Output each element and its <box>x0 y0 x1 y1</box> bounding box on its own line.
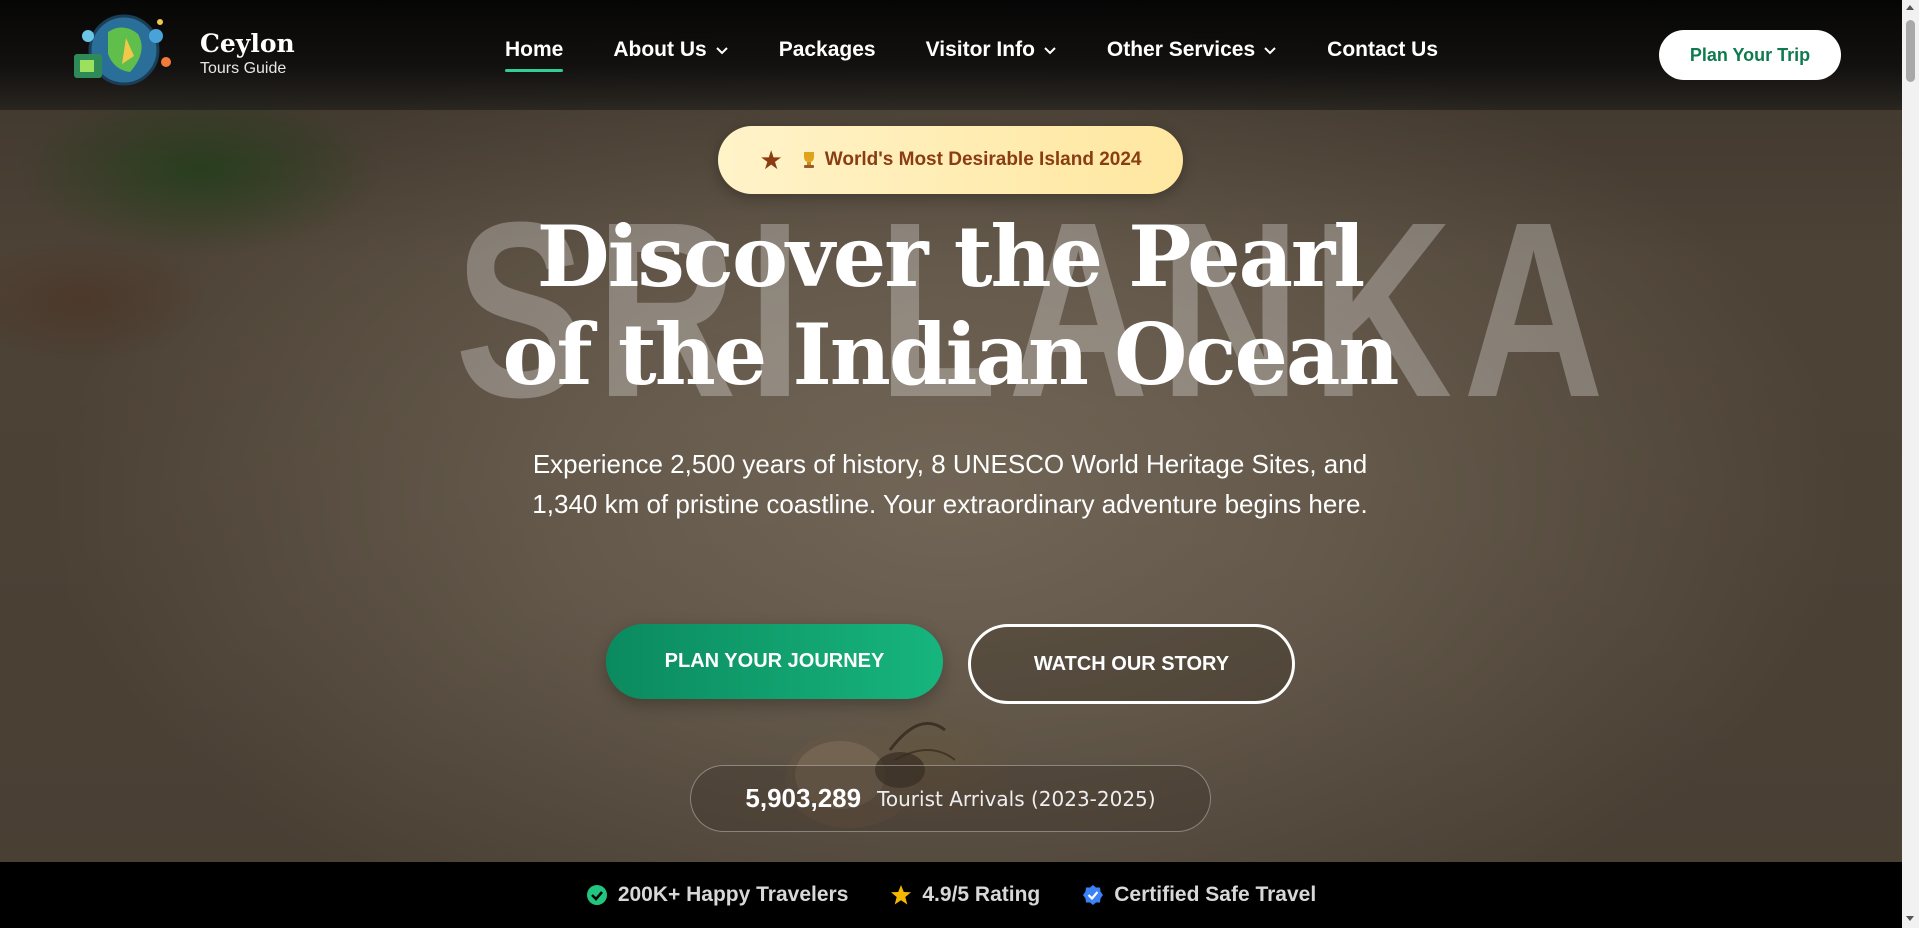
trust-bar: 200K+ Happy Travelers 4.9/5 Rating Certi… <box>0 862 1902 928</box>
headline-line-2: of the Indian Ocean <box>502 305 1400 404</box>
star-icon <box>891 885 912 905</box>
nav-item-label: Other Services <box>1106 38 1256 61</box>
scroll-up-arrow-icon[interactable] <box>1906 5 1914 10</box>
nav-item-label: Packages <box>778 38 876 61</box>
verified-badge-icon <box>1083 885 1104 905</box>
tourist-arrivals-stat: 5,903,289 Tourist Arrivals (2023-2025) <box>690 765 1211 832</box>
watch-our-story-button[interactable]: WATCH OUR STORY <box>968 624 1295 704</box>
nav-item-packages[interactable]: Packages <box>779 38 876 62</box>
check-circle-icon <box>586 885 607 905</box>
main-nav: Home About Us Packages Visitor Info Othe… <box>505 38 1488 72</box>
trust-item-label: 4.9/5 Rating <box>922 883 1041 906</box>
scrollbar-thumb[interactable] <box>1906 20 1915 82</box>
headline-line-1: Discover the Pearl <box>536 207 1365 306</box>
trust-item-rating: 4.9/5 Rating <box>890 883 1040 907</box>
page-scrollbar[interactable] <box>1902 0 1919 928</box>
brand-subtitle: Tours Guide <box>200 60 287 77</box>
globe-logo-icon[interactable] <box>68 12 178 88</box>
trophy-icon <box>803 152 814 168</box>
trust-item-safe-travel: Certified Safe Travel <box>1082 883 1316 907</box>
chevron-down-icon <box>1044 47 1056 55</box>
plan-your-journey-button[interactable]: PLAN YOUR JOURNEY <box>606 624 943 699</box>
nav-item-label: Contact Us <box>1327 38 1439 61</box>
stat-label: Tourist Arrivals (2023-2025) <box>877 786 1156 811</box>
nav-item-other-services[interactable]: Other Services <box>1107 38 1277 62</box>
nav-item-home[interactable]: Home <box>505 38 564 72</box>
nav-item-about-us[interactable]: About Us <box>613 38 728 62</box>
plan-your-trip-button[interactable]: Plan Your Trip <box>1659 30 1841 80</box>
award-text: World's Most Desirable Island 2024 <box>824 149 1142 170</box>
nav-item-contact-us[interactable]: Contact Us <box>1327 38 1438 62</box>
hero-headline: Discover the Pearl of the Indian Ocean <box>460 208 1440 404</box>
brand-name[interactable]: Ceylon <box>200 30 295 58</box>
hero-subtext: Experience 2,500 years of history, 8 UNE… <box>532 449 1368 519</box>
nav-item-label: Visitor Info <box>925 38 1035 61</box>
scroll-down-arrow-icon[interactable] <box>1906 916 1914 921</box>
stat-number: 5,903,289 <box>745 783 862 813</box>
trust-item-travelers: 200K+ Happy Travelers <box>586 883 849 907</box>
nav-item-label: About Us <box>613 38 707 61</box>
trust-item-label: 200K+ Happy Travelers <box>617 883 849 906</box>
trust-item-label: Certified Safe Travel <box>1114 883 1317 906</box>
chevron-down-icon <box>1264 47 1276 55</box>
nav-item-visitor-info[interactable]: Visitor Info <box>926 38 1057 62</box>
nav-item-label: Home <box>505 38 564 61</box>
site-header: Ceylon Tours Guide Home About Us Package… <box>0 0 1902 110</box>
chevron-down-icon <box>715 47 728 55</box>
